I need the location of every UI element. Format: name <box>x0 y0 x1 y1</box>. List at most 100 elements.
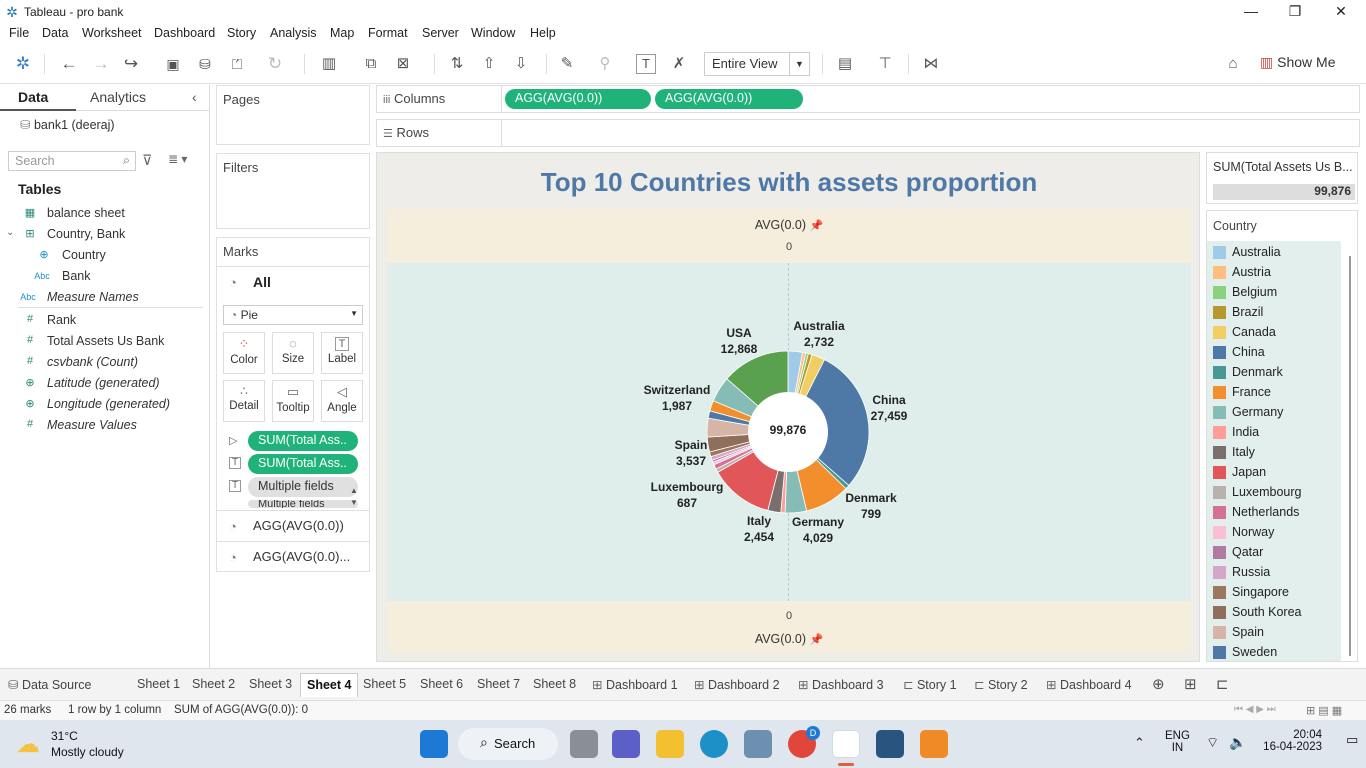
menu-analysis[interactable]: Analysis <box>270 26 317 40</box>
mark-pill-angle[interactable]: SUM(Total Ass.. <box>248 431 358 451</box>
size-legend[interactable]: SUM(Total Assets Us B... 99,876 <box>1206 152 1358 204</box>
show-me-button[interactable]: ▥ Show Me <box>1260 54 1335 71</box>
swap-icon[interactable]: ⇅ <box>446 53 468 75</box>
tab-story-2[interactable]: ⊏ Story 2 <box>974 673 1028 697</box>
tab-dashboard-3[interactable]: ⊞ Dashboard 3 <box>798 673 884 697</box>
new-sheet-icon[interactable]: ⊕ <box>1152 673 1165 697</box>
menu-window[interactable]: Window <box>471 26 515 40</box>
menu-worksheet[interactable]: Worksheet <box>82 26 142 40</box>
share-icon[interactable]: ⋈ <box>920 53 942 75</box>
weather-icon[interactable]: ☁ <box>16 730 40 759</box>
close-button[interactable]: ✕ <box>1318 0 1364 24</box>
photos-icon[interactable] <box>744 730 772 758</box>
view-options-icon[interactable]: ≣ ▾ <box>168 152 187 166</box>
menu-story[interactable]: Story <box>227 26 256 40</box>
color-button[interactable]: ⁘ Color <box>223 332 265 374</box>
menu-dashboard[interactable]: Dashboard <box>154 26 215 40</box>
size-button[interactable]: ◌ Size <box>272 332 314 374</box>
fix-axes-icon[interactable]: ✗ <box>668 53 690 75</box>
tab-sheet-5[interactable]: Sheet 5 <box>363 673 406 697</box>
restore-button[interactable]: ❐ <box>1272 0 1318 24</box>
clear-sheet-icon[interactable]: ⊠ <box>392 53 414 75</box>
scroll-arrows-icon[interactable]: ▲ ▼ <box>348 485 360 509</box>
refresh-icon[interactable]: ↻ <box>264 53 286 75</box>
new-datasource-icon[interactable]: ⛁ <box>194 53 216 75</box>
format-painter-icon[interactable]: ⌂ <box>1222 53 1244 75</box>
collapse-pane-icon[interactable]: ‹ <box>192 89 197 105</box>
detail-button[interactable]: ∴ Detail <box>223 380 265 422</box>
tooltip-button[interactable]: ▭ Tooltip <box>272 380 314 422</box>
chevron-up-icon[interactable]: ⌃ <box>1134 735 1145 751</box>
show-labels-icon[interactable]: T <box>636 54 656 74</box>
group-icon[interactable]: ⚲ <box>594 53 616 75</box>
columns-shelf[interactable]: iii Columns AGG(AVG(0.0)) AGG(AVG(0.0)) <box>376 85 1360 113</box>
clock[interactable]: 20:04 16-04-2023 <box>1262 729 1322 753</box>
tab-sheet-6[interactable]: Sheet 6 <box>420 673 463 697</box>
new-dashboard-icon[interactable]: ⊞ <box>1184 673 1197 697</box>
pin-icon[interactable]: 📌 <box>809 220 823 232</box>
sheet-nav-arrows-icon[interactable]: ⏮ ◀ ▶ ⏭ <box>1234 704 1276 715</box>
filters-card[interactable]: Filters <box>216 153 370 229</box>
rows-shelf[interactable]: ☰ Rows <box>376 119 1360 147</box>
grid-view-icon[interactable]: ⊞ ▤ ▦ <box>1306 704 1342 717</box>
presentation-mode-icon[interactable]: ⊤ <box>874 53 896 75</box>
tab-sheet-7[interactable]: Sheet 7 <box>477 673 520 697</box>
tab-data-source[interactable]: ⛁ Data Source <box>8 673 91 697</box>
tab-dashboard-4[interactable]: ⊞ Dashboard 4 <box>1046 673 1132 697</box>
sort-descending-icon[interactable]: ⇩ <box>510 53 532 75</box>
mysql-workbench-icon[interactable] <box>876 730 904 758</box>
search-input[interactable]: Search ⌕ <box>8 151 136 171</box>
new-worksheet-icon[interactable]: ▥ <box>318 53 340 75</box>
tab-sheet-4[interactable]: Sheet 4 <box>300 673 359 697</box>
fit-view-select[interactable]: Entire View ▼ <box>704 52 810 76</box>
new-story-icon[interactable]: ⊏ <box>1216 673 1229 697</box>
mark-pill-label[interactable]: SUM(Total Ass.. <box>248 454 358 474</box>
mark-pill-multiple[interactable]: Multiple fields <box>248 477 358 497</box>
datasource-item[interactable]: ⛁ bank1 (deeraj) <box>20 117 115 132</box>
marks-agg-row[interactable]: AGG(AVG(0.0)... <box>253 549 350 564</box>
duplicate-sheet-icon[interactable]: ⧉ <box>360 53 382 75</box>
undo-icon[interactable]: ← <box>58 53 80 75</box>
tableau-home-icon[interactable]: ✲ <box>12 53 34 75</box>
tab-data[interactable]: Data <box>18 89 48 105</box>
tab-sheet-1[interactable]: Sheet 1 <box>137 673 180 697</box>
mark-type-select[interactable]: ◔ Pie ▼ <box>223 305 363 325</box>
replay-icon[interactable]: ↪ <box>120 53 142 75</box>
menu-server[interactable]: Server <box>422 26 459 40</box>
tab-sheet-8[interactable]: Sheet 8 <box>533 673 576 697</box>
file-explorer-icon[interactable] <box>656 730 684 758</box>
column-pill[interactable]: AGG(AVG(0.0)) <box>505 89 651 109</box>
redo-icon[interactable]: → <box>90 53 112 75</box>
menu-file[interactable]: File <box>9 26 29 40</box>
pin-icon[interactable]: 📌 <box>809 634 823 646</box>
marks-agg-row[interactable]: AGG(AVG(0.0)) <box>253 518 344 533</box>
sort-ascending-icon[interactable]: ⇧ <box>478 53 500 75</box>
save-icon[interactable]: ▣ <box>162 53 184 75</box>
highlight-icon[interactable]: ✎ <box>556 53 578 75</box>
tab-story-1[interactable]: ⊏ Story 1 <box>903 673 957 697</box>
tab-dashboard-2[interactable]: ⊞ Dashboard 2 <box>694 673 780 697</box>
menu-format[interactable]: Format <box>368 26 408 40</box>
windows-start-icon[interactable] <box>420 730 448 758</box>
filter-fields-icon[interactable]: ⊽ <box>142 152 152 169</box>
legend-scrollbar[interactable] <box>1349 256 1351 656</box>
minimize-button[interactable]: — <box>1228 0 1274 24</box>
tab-analytics[interactable]: Analytics <box>90 89 146 105</box>
language-indicator[interactable]: ENG IN <box>1165 730 1190 754</box>
tab-sheet-3[interactable]: Sheet 3 <box>249 673 292 697</box>
marks-all[interactable]: All <box>253 274 271 290</box>
tableau-taskbar-icon[interactable] <box>832 730 860 758</box>
teams-icon[interactable] <box>612 730 640 758</box>
column-pill[interactable]: AGG(AVG(0.0)) <box>655 89 803 109</box>
menu-map[interactable]: Map <box>330 26 354 40</box>
menu-help[interactable]: Help <box>530 26 556 40</box>
tab-dashboard-1[interactable]: ⊞ Dashboard 1 <box>592 673 678 697</box>
volume-icon[interactable]: 🔈 <box>1229 734 1246 751</box>
taskbar-search[interactable]: ⌕ Search <box>458 728 558 760</box>
task-view-icon[interactable] <box>570 730 598 758</box>
edge-icon[interactable] <box>700 730 728 758</box>
pause-updates-icon[interactable]: ⏍ <box>226 53 248 75</box>
wifi-icon[interactable]: ⌔ <box>1206 734 1219 752</box>
menu-data[interactable]: Data <box>42 26 68 40</box>
show-cards-icon[interactable]: ▤ <box>834 53 856 75</box>
